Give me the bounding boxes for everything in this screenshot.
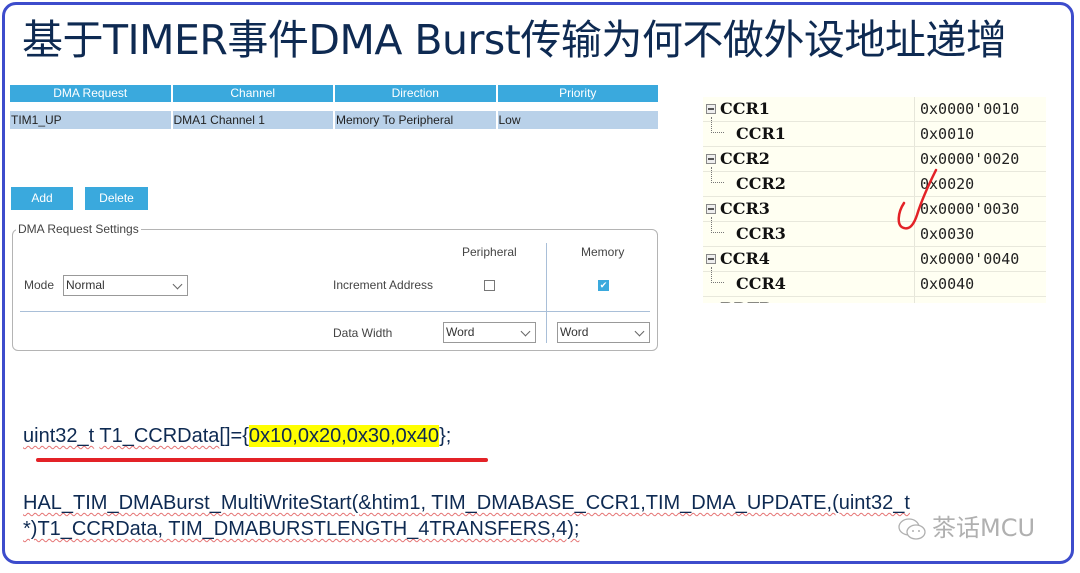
settings-legend: DMA Request Settings (16, 222, 141, 236)
register-value: 0x0010 (920, 125, 975, 143)
code-line-3: *)T1_CCRData, TIM_DMABURSTLENGTH_4TRANSF… (23, 518, 580, 540)
header-direction[interactable]: Direction (335, 85, 496, 102)
closing-token: }; (439, 425, 452, 447)
table-row[interactable]: TIM1_UP DMA1 Channel 1 Memory To Periphe… (10, 111, 660, 129)
register-name: CCR1 (736, 124, 786, 143)
peripheral-data-width-select[interactable]: Word (443, 322, 536, 343)
mode-label: Mode (24, 278, 55, 292)
mode-select[interactable]: Normal (63, 275, 188, 296)
delete-button[interactable]: Delete (85, 187, 148, 210)
memory-width-value: Word (560, 325, 589, 339)
tree-connector (711, 217, 724, 233)
collapse-icon[interactable] (706, 204, 716, 214)
header-priority[interactable]: Priority (497, 85, 658, 102)
register-name: CCR2 (720, 149, 770, 168)
register-row[interactable]: CCR4 0x0000'0040 (703, 247, 1046, 272)
peripheral-width-value: Word (446, 325, 475, 339)
column-divider (546, 243, 547, 343)
register-value: 0x0000'0010 (920, 100, 1020, 118)
register-name: BDTR (720, 299, 773, 303)
register-row[interactable]: CCR3 0x0000'0030 (703, 197, 1046, 222)
collapse-icon[interactable] (706, 154, 716, 164)
tree-connector (711, 167, 724, 183)
register-name: CCR3 (736, 224, 786, 243)
cell-dma-request: TIM1_UP (10, 111, 171, 129)
brackets-token: []={ (219, 425, 249, 447)
red-underline-annotation (36, 458, 488, 462)
check-icon: ✔ (599, 280, 608, 290)
cell-direction: Memory To Peripheral (335, 111, 496, 129)
array-declaration: uint32_t T1_CCRData[]={0x10,0x20,0x30,0x… (23, 425, 451, 448)
register-row[interactable]: CCR4 0x0040 (703, 267, 1046, 297)
register-value: 0x0040 (920, 275, 975, 293)
highlighted-values: 0x10,0x20,0x30,0x40 (248, 425, 440, 447)
register-name: CCR4 (720, 249, 770, 268)
register-row[interactable]: BDTR 0x0000'0000 (703, 297, 1046, 303)
row-divider (20, 311, 650, 312)
collapse-icon[interactable] (706, 254, 716, 264)
wechat-icon (898, 518, 926, 540)
register-value: 0x0000'0000 (920, 300, 1019, 303)
register-name: CCR1 (720, 99, 770, 118)
code-line-2: HAL_TIM_DMABurst_MultiWriteStart(&htim1,… (23, 492, 910, 514)
function-call: HAL_TIM_DMABurst_MultiWriteStart(&htim1,… (23, 490, 910, 542)
register-name: CCR2 (736, 174, 786, 193)
chevron-down-icon (634, 326, 645, 337)
type-token: uint32_t (23, 425, 95, 447)
collapse-icon[interactable] (706, 104, 716, 114)
register-value: 0x0000'0040 (920, 250, 1020, 268)
watermark-text: 茶话MCU (932, 514, 1036, 542)
register-row[interactable]: CCR1 0x0000'0010 (703, 97, 1046, 122)
red-checkmark-annotation (897, 168, 938, 230)
tree-connector (711, 117, 724, 133)
memory-column-label: Memory (581, 245, 625, 259)
array-name-token: T1_CCRData (99, 425, 220, 447)
peripheral-column-label: Peripheral (462, 245, 517, 259)
add-button[interactable]: Add (11, 187, 73, 210)
dma-request-table: DMA Request Channel Direction Priority T… (10, 85, 660, 129)
chevron-down-icon (172, 279, 183, 290)
memory-data-width-select[interactable]: Word (557, 322, 650, 343)
header-dma-request[interactable]: DMA Request (10, 85, 171, 102)
cell-channel: DMA1 Channel 1 (172, 111, 333, 129)
register-view: CCR1 0x0000'0010 CCR1 0x0010 CCR2 0x0000'0020… (703, 97, 1046, 303)
peripheral-increment-checkbox[interactable] (484, 280, 495, 291)
slide-title: 基于TIMER事件DMA Burst传输为何不做外设地址递增 (22, 16, 1007, 64)
memory-increment-checkbox[interactable]: ✔ (598, 280, 609, 291)
table-header: DMA Request Channel Direction Priority (10, 85, 660, 102)
mode-value: Normal (66, 278, 105, 292)
tree-connector (711, 267, 724, 283)
increment-address-label: Increment Address (333, 278, 434, 292)
register-row[interactable]: CCR2 0x0000'0020 (703, 147, 1046, 172)
watermark: 茶话MCU (898, 508, 1035, 543)
register-name: CCR4 (736, 274, 786, 293)
data-width-label: Data Width (333, 326, 393, 340)
register-row[interactable]: CCR1 0x0010 (703, 117, 1046, 147)
register-row[interactable]: CCR2 0x0020 (703, 167, 1046, 197)
register-row[interactable]: CCR3 0x0030 (703, 217, 1046, 247)
cell-priority: Low (497, 111, 658, 129)
chevron-down-icon (520, 326, 531, 337)
header-channel[interactable]: Channel (172, 85, 333, 102)
register-name: CCR3 (720, 199, 770, 218)
